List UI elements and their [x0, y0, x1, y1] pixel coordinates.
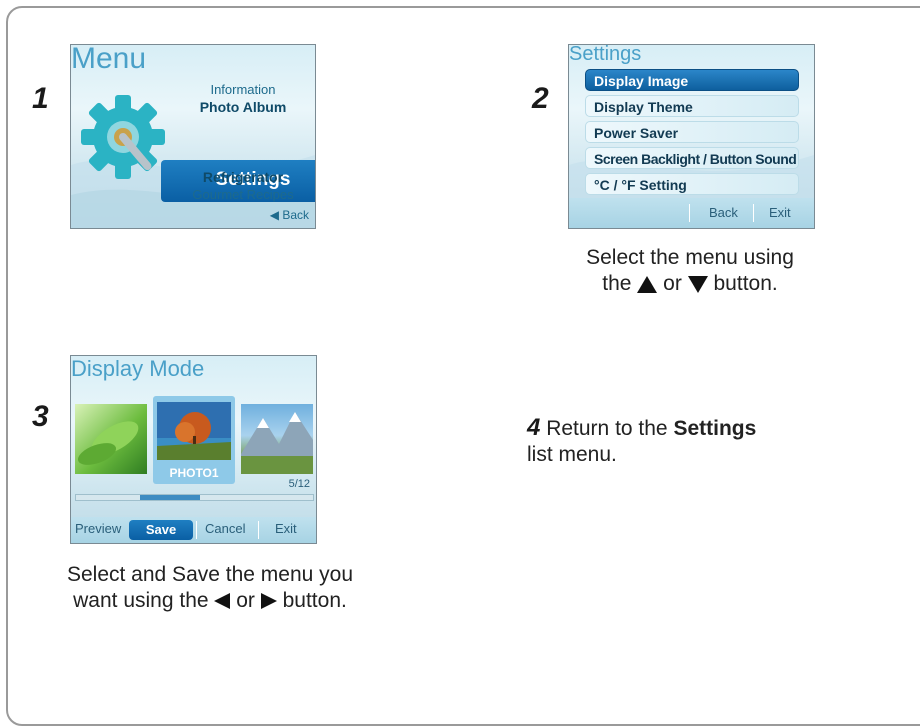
step-2-number: 2 — [532, 82, 549, 115]
menu-item-photo-album[interactable]: Photo Album — [183, 99, 303, 115]
footer-divider — [689, 204, 690, 222]
caption-prefix: the — [602, 272, 638, 295]
caption-line-2: want using the or button. — [50, 588, 370, 614]
step-3-number: 3 — [32, 400, 49, 433]
footer-back-button[interactable]: Back — [709, 205, 738, 220]
settings-screen: Settings Display Image Display Theme Pow… — [568, 44, 815, 229]
photo-label: PHOTO1 — [169, 466, 219, 480]
step-4-text: 4 Return to the Settings list menu. — [527, 415, 756, 468]
gear-wrench-icon — [81, 95, 165, 179]
photo-progress-bar[interactable] — [75, 494, 314, 501]
settings-item-backlight-sound[interactable]: Screen Backlight / Button Sound — [585, 147, 799, 169]
caption-prefix: want using the — [73, 589, 215, 612]
menu-item-information[interactable]: Information — [183, 82, 303, 97]
caption-suffix: button. — [713, 272, 778, 295]
settings-item-power-saver[interactable]: Power Saver — [585, 121, 799, 143]
menu-screen: Menu Information Photo Album Settings Re… — [70, 44, 316, 229]
footer-exit-button[interactable]: Exit — [769, 205, 791, 220]
display-footer: Preview Save Cancel Exit — [71, 517, 316, 543]
photo-thumbnail-selected[interactable]: PHOTO1 — [153, 396, 235, 484]
footer-cancel-button[interactable]: Cancel — [205, 521, 245, 536]
caption-line-1: Select the menu using — [586, 246, 794, 269]
footer-exit-button[interactable]: Exit — [275, 521, 297, 536]
footer-divider — [196, 521, 197, 539]
settings-item-temp-unit[interactable]: °C / °F Setting — [585, 173, 799, 195]
down-triangle-icon — [687, 275, 708, 293]
footer-save-button[interactable]: Save — [129, 520, 193, 540]
screen-title: Menu — [71, 44, 147, 75]
caption-suffix: button. — [282, 589, 347, 612]
caption-or: or — [663, 272, 688, 295]
screen-title: Display Mode — [71, 356, 205, 381]
step-3-caption: Select and Save the menu you want using … — [50, 562, 370, 614]
mountain-image — [241, 412, 313, 474]
photo-counter: 5/12 — [288, 478, 310, 490]
leaf-image — [77, 421, 139, 465]
step-4-settings-word: Settings — [673, 417, 757, 440]
settings-footer: Back Exit — [569, 198, 814, 228]
footer-divider — [258, 521, 259, 539]
menu-item-refrigerator[interactable]: Refrigerator — [183, 169, 303, 185]
up-triangle-icon — [637, 275, 658, 293]
step-2-caption: Select the menu using the or button. — [540, 245, 840, 297]
display-mode-screen: Display Mode PHOTO1 5/12 Preview Save Ca… — [70, 355, 317, 544]
footer-preview-button[interactable]: Preview — [75, 521, 121, 536]
photo-thumbnail-next[interactable] — [241, 404, 313, 474]
caption-or: or — [236, 589, 261, 612]
back-button[interactable]: ◀ Back — [270, 208, 309, 222]
landscape-image — [157, 402, 231, 460]
step-1-number: 1 — [32, 82, 49, 115]
caption-line-2: the or button. — [540, 271, 840, 297]
left-triangle-icon — [214, 593, 231, 610]
caption-line-1: Select and Save the menu you — [66, 563, 354, 586]
settings-item-display-theme[interactable]: Display Theme — [585, 95, 799, 117]
step-4-suffix: list menu. — [527, 443, 617, 466]
right-triangle-icon — [260, 593, 277, 610]
step-4-number: 4 — [527, 414, 541, 441]
photo-thumbnail-prev[interactable] — [75, 404, 147, 474]
progress-thumb — [140, 495, 200, 500]
menu-item-gourmet-recipes[interactable]: Gourmet Recipes — [183, 187, 303, 202]
footer-divider — [753, 204, 754, 222]
screen-title: Settings — [569, 44, 642, 65]
settings-item-display-image[interactable]: Display Image — [585, 69, 799, 91]
step-4-prefix: Return to the — [546, 417, 674, 440]
